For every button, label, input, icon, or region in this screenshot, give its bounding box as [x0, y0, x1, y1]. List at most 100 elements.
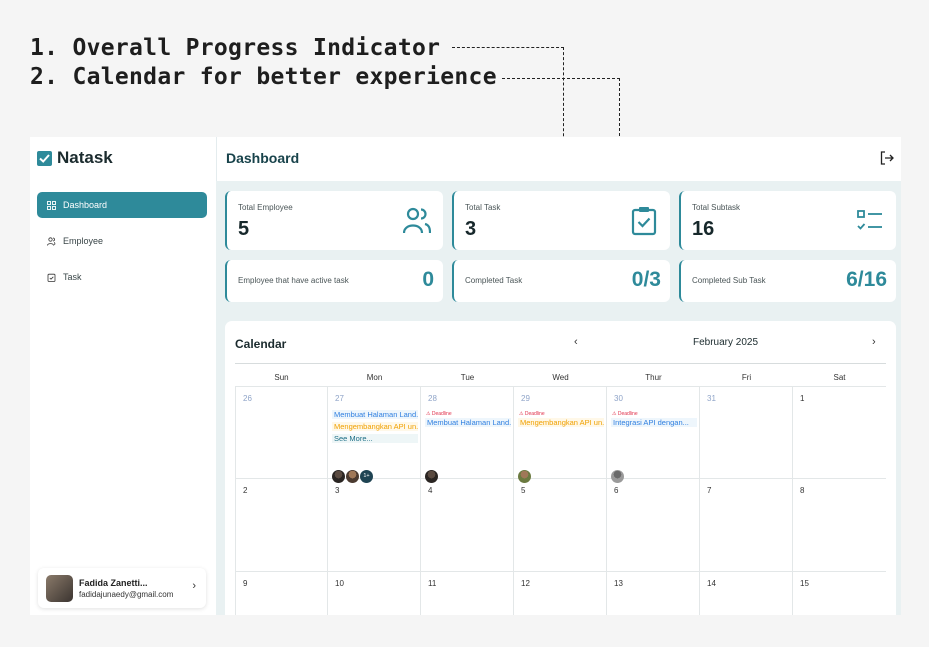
day-header: Thur [645, 373, 662, 382]
calendar-event[interactable]: Integrasi API dengan... [611, 418, 697, 427]
brand-name: Natask [57, 148, 113, 167]
stat-card-total-task: Total Task 3 [452, 191, 670, 250]
sidebar-item-task[interactable]: Task [37, 264, 207, 290]
day-number: 12 [521, 579, 530, 588]
calendar-day[interactable]: 10 [328, 572, 421, 615]
annotation-calendar: 2. Calendar for better experience [30, 64, 497, 90]
header: Dashboard [216, 137, 901, 181]
chevron-left-icon[interactable]: ‹ [574, 336, 578, 348]
day-header: Sun [274, 373, 289, 382]
stat-card-active-employee: Employee that have active task 0 [225, 260, 443, 302]
grid-icon [47, 200, 56, 210]
calendar-day[interactable]: 29 ⚠ Deadline Mengembangkan API un... [514, 386, 607, 483]
checklist-icon [856, 206, 884, 236]
day-header: Mon [366, 373, 383, 382]
day-header: Fri [741, 373, 752, 382]
stat-card-total-employee: Total Employee 5 [225, 191, 443, 250]
day-number: 30 [614, 394, 623, 403]
calendar-day[interactable]: 27 Membuat Halaman Land... Mengembangkan… [328, 386, 421, 483]
day-number: 13 [614, 579, 623, 588]
stat-value: 6/16 [846, 268, 887, 291]
calendar-day[interactable]: 13 [607, 572, 700, 615]
calendar-day[interactable]: 11 [421, 572, 514, 615]
app-window: Natask Dashboard Employee Task Fadida Za… [30, 137, 901, 615]
user-email: fadidajunaedy@gmail.com [79, 589, 174, 599]
stat-label: Total Subtask [692, 203, 741, 212]
stat-card-completed-subtask: Completed Sub Task 6/16 [679, 260, 896, 302]
calendar-day[interactable]: 9 [235, 572, 328, 615]
day-number: 3 [335, 486, 340, 495]
stat-label: Total Task [465, 203, 501, 212]
calendar-day[interactable]: 4 [421, 479, 514, 572]
leader-line-1 [452, 47, 564, 48]
day-number: 5 [521, 486, 526, 495]
clipboard-icon [47, 273, 56, 282]
calendar-day[interactable]: 6 [607, 479, 700, 572]
logout-icon[interactable] [879, 150, 895, 166]
day-number: 31 [707, 394, 716, 403]
day-number: 9 [243, 579, 248, 588]
calendar-day[interactable]: 5 [514, 479, 607, 572]
stat-value: 16 [692, 218, 715, 240]
user-profile-card[interactable]: Fadida Zanetti... fadidajunaedy@gmail.co… [38, 568, 206, 608]
chevron-right-icon: › [192, 580, 196, 592]
calendar-day[interactable]: 30 ⚠ Deadline Integrasi API dengan... [607, 386, 700, 483]
day-number: 4 [428, 486, 433, 495]
calendar-day[interactable]: 2 [235, 479, 328, 572]
calendar-event[interactable]: Membuat Halaman Land... [425, 418, 511, 427]
calendar-event[interactable]: Mengembangkan API un... [332, 422, 418, 431]
stat-label: Employee that have active task [238, 276, 349, 285]
sidebar-item-employee[interactable]: Employee [37, 228, 207, 254]
calendar-event[interactable]: Membuat Halaman Land... [332, 410, 418, 419]
deadline-label: ⚠ Deadline [519, 411, 545, 417]
calendar-day[interactable]: 14 [700, 572, 793, 615]
day-header: Sat [833, 373, 846, 382]
calendar-title: Calendar [235, 337, 287, 351]
users-icon [47, 236, 56, 246]
calendar-day[interactable]: 31 [700, 386, 793, 479]
page-title: Dashboard [226, 150, 300, 166]
clipboard-check-icon [630, 206, 658, 236]
divider [235, 363, 886, 364]
day-header: Tue [460, 373, 475, 382]
day-number: 15 [800, 579, 809, 588]
day-header: Wed [552, 373, 569, 382]
chevron-right-icon[interactable]: › [872, 336, 876, 348]
see-more-link[interactable]: See More... [332, 434, 418, 443]
leader-line-2 [502, 78, 620, 79]
sidebar-item-label: Employee [63, 236, 104, 246]
annotation-progress: 1. Overall Progress Indicator [30, 35, 441, 61]
stat-label: Total Employee [238, 203, 293, 212]
stat-value: 5 [238, 218, 250, 240]
calendar-day[interactable]: 12 [514, 572, 607, 615]
day-number: 7 [707, 486, 712, 495]
sidebar: Natask Dashboard Employee Task Fadida Za… [30, 137, 216, 615]
calendar-day[interactable]: 26 [235, 386, 328, 479]
day-number: 2 [243, 486, 248, 495]
sidebar-item-dashboard[interactable]: Dashboard [37, 192, 207, 218]
check-logo-icon [37, 150, 52, 166]
sidebar-item-label: Task [63, 272, 82, 282]
stat-label: Completed Sub Task [692, 276, 766, 285]
day-number: 10 [335, 579, 344, 588]
calendar-day[interactable]: 28 ⚠ Deadline Membuat Halaman Land... [421, 386, 514, 483]
calendar-event[interactable]: Mengembangkan API un... [518, 418, 604, 427]
calendar-day[interactable]: 1 [793, 386, 886, 479]
stat-value: 0 [422, 268, 434, 291]
stat-value: 3 [465, 218, 477, 240]
calendar-day[interactable]: 3 [328, 479, 421, 572]
sidebar-item-label: Dashboard [63, 200, 108, 210]
stat-value: 0/3 [631, 268, 661, 291]
calendar-day[interactable]: 7 [700, 479, 793, 572]
day-number: 6 [614, 486, 619, 495]
logo[interactable]: Natask [37, 148, 113, 168]
deadline-label: ⚠ Deadline [426, 411, 452, 417]
calendar-day[interactable]: 8 [793, 479, 886, 572]
stat-card-total-subtask: Total Subtask 16 [679, 191, 896, 250]
day-number: 27 [335, 394, 344, 403]
avatar [46, 574, 73, 602]
calendar: Calendar ‹ February 2025 › Sun Mon Tue W… [225, 321, 896, 615]
users-icon [402, 206, 432, 236]
day-number: 26 [243, 394, 252, 403]
calendar-day[interactable]: 15 [793, 572, 886, 615]
